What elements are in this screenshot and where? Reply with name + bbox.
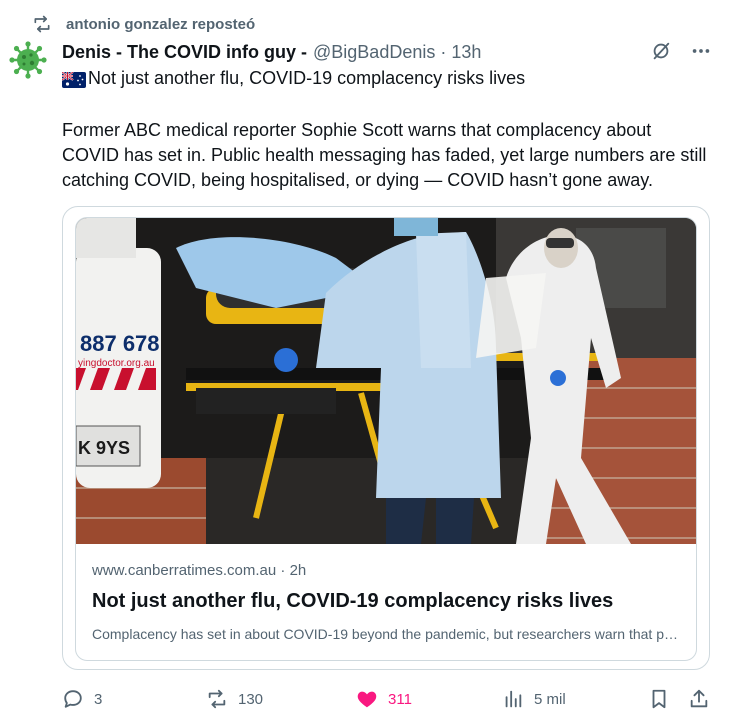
grok-icon[interactable] [650, 40, 672, 62]
repost-label: antonio gonzalez reposteó [66, 15, 256, 33]
card-image: 887 678 yingdoctor.org.au K 9YS [76, 218, 696, 544]
ambulance-website: yingdoctor.org.au [78, 358, 155, 369]
card-title[interactable]: Not just another flu, COVID-19 complacen… [92, 590, 613, 613]
bookmark-button[interactable] [648, 688, 670, 710]
repost-icon [208, 689, 226, 709]
share-icon [690, 689, 708, 708]
ambulance-phone: 887 678 [80, 331, 160, 356]
repost-icon [34, 15, 50, 33]
post-body: Former ABC medical reporter Sophie Scott… [62, 120, 707, 190]
post-header: Denis - The COVID info guy - @BigBadDeni… [62, 40, 712, 64]
card-domain: www.canberratimes.com.au · 2h [92, 562, 307, 579]
views-icon [505, 690, 522, 708]
ambulance-plate: K 9YS [78, 438, 130, 458]
like-button[interactable]: 311 [356, 688, 412, 710]
post-title-line: Not just another flu, COVID-19 complacen… [62, 68, 525, 89]
virus-avatar-icon[interactable] [8, 40, 48, 80]
reply-count: 3 [94, 690, 103, 708]
like-count: 311 [388, 690, 412, 708]
australia-flag-icon [62, 71, 86, 88]
action-bar: 3 130 311 5 mil [62, 688, 718, 714]
repost-button[interactable]: 130 [206, 688, 263, 710]
share-button[interactable] [688, 688, 710, 710]
link-card-frame: 887 678 yingdoctor.org.au K 9YS www.canb… [62, 206, 710, 670]
views-button[interactable]: 5 mil [502, 688, 566, 710]
reply-button[interactable]: 3 [62, 688, 102, 710]
views-count: 5 mil [534, 690, 566, 708]
header-actions [650, 40, 712, 62]
card-description: Complacency has set in about COVID-19 be… [92, 626, 684, 642]
repost-count: 130 [238, 690, 264, 708]
author-name[interactable]: Denis - The COVID info guy - [62, 42, 307, 63]
reply-icon [64, 690, 82, 708]
bookmark-icon [652, 689, 666, 709]
link-card[interactable]: 887 678 yingdoctor.org.au K 9YS www.canb… [75, 217, 697, 661]
repost-indicator[interactable]: antonio gonzalez reposteó [32, 14, 255, 34]
post-title: Not just another flu, COVID-19 complacen… [88, 68, 526, 88]
repost-post[interactable]: antonio gonzalez reposteó Denis - The CO… [0, 0, 732, 728]
more-icon[interactable] [690, 40, 712, 62]
heart-icon [357, 691, 377, 708]
author-handle-time[interactable]: @BigBadDenis · 13h [313, 42, 481, 63]
